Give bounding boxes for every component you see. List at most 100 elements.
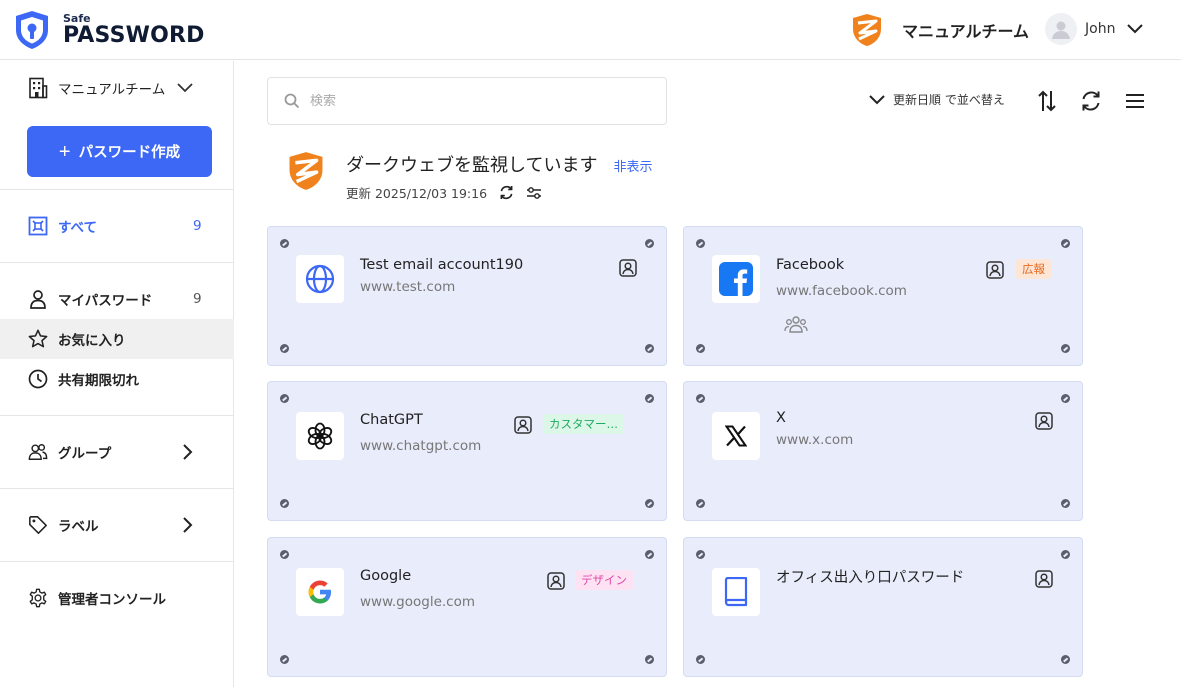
plus-icon: +: [58, 140, 71, 163]
card-url: www.x.com: [776, 432, 854, 448]
corner-dot-icon: [696, 344, 705, 353]
owner-icon: [1035, 412, 1053, 430]
corner-dot-icon: [645, 499, 654, 508]
chevron-down-icon: [1127, 24, 1144, 34]
divider: [0, 415, 234, 416]
darkweb-shield-icon: [289, 152, 323, 190]
tag-icon: [28, 515, 48, 535]
nav-item-admin-console[interactable]: 管理者コンソール: [0, 578, 234, 618]
refresh-icon: [500, 185, 513, 200]
nav-item-all[interactable]: すべて 9: [0, 206, 234, 246]
clock-icon: [28, 369, 48, 389]
nav-item-label: すべて: [58, 220, 98, 236]
password-card[interactable]: X www.x.com: [683, 381, 1083, 521]
refresh-icon: [1082, 91, 1100, 111]
hamburger-menu-icon: [1126, 94, 1144, 108]
nav-item-label: お気に入り: [58, 333, 126, 349]
corner-dot-icon: [645, 344, 654, 353]
divider: [0, 262, 234, 263]
card-name: X: [776, 410, 786, 426]
corner-dot-icon: [280, 550, 289, 559]
corner-dot-icon: [280, 394, 289, 403]
menu-button[interactable]: [1123, 89, 1147, 113]
refresh-button[interactable]: [1079, 89, 1103, 113]
nav-item-groups[interactable]: グループ: [0, 432, 234, 472]
search-input[interactable]: [310, 93, 650, 109]
owner-icon: [619, 259, 637, 277]
nav-item-my-passwords[interactable]: マイパスワード 9: [0, 279, 234, 319]
team-select-label: マニュアルチーム: [58, 82, 166, 98]
person-icon: [28, 289, 48, 309]
all-items-icon: [28, 216, 48, 236]
nav-item-favorites[interactable]: お気に入り: [0, 319, 234, 359]
corner-dot-icon: [696, 239, 705, 248]
password-card[interactable]: ChatGPT www.chatgpt.com カスタマー…: [267, 381, 667, 521]
user-menu[interactable]: John: [1045, 13, 1144, 45]
shared-group-icon: [784, 316, 808, 333]
darkweb-refresh-button[interactable]: [499, 185, 514, 200]
corner-dot-icon: [1061, 550, 1070, 559]
corner-dot-icon: [696, 550, 705, 559]
team-select[interactable]: マニュアルチーム: [28, 77, 193, 99]
card-url: www.chatgpt.com: [360, 438, 482, 454]
globe-icon: [305, 264, 335, 294]
create-password-button[interactable]: + パスワード作成: [27, 126, 212, 177]
x-icon: [725, 425, 747, 447]
top-bar: Safe PASSWORD マニュアルチーム John: [0, 0, 1181, 60]
owner-icon: [514, 416, 532, 434]
divider: [0, 488, 234, 489]
hide-link[interactable]: 非表示: [613, 156, 652, 175]
corner-dot-icon: [645, 394, 654, 403]
google-icon: [308, 580, 331, 604]
star-icon: [28, 329, 48, 349]
corner-dot-icon: [645, 655, 654, 664]
app-icon: [712, 255, 760, 303]
app-icon: [296, 412, 344, 460]
card-name: Test email account190: [360, 257, 524, 273]
owner-icon: [1035, 570, 1053, 588]
card-tag: 広報: [1016, 259, 1051, 279]
darkweb-title: ダークウェブを監視しています: [346, 155, 598, 176]
corner-dot-icon: [696, 499, 705, 508]
password-card[interactable]: オフィス出入り口パスワード: [683, 537, 1083, 677]
card-url: www.google.com: [360, 594, 476, 610]
user-name: John: [1085, 21, 1116, 37]
sort-dropdown[interactable]: 更新日順 で並べ替え: [869, 91, 1005, 108]
nav-item-expired[interactable]: 共有期限切れ: [0, 359, 234, 399]
divider: [0, 561, 234, 562]
chevron-down-icon: [869, 94, 885, 104]
chevron-right-icon: [183, 517, 193, 533]
divider: [0, 189, 234, 190]
team-brand-icon: [853, 14, 881, 46]
corner-dot-icon: [696, 655, 705, 664]
nav-item-label: 共有期限切れ: [58, 373, 139, 389]
search-box[interactable]: [267, 77, 667, 125]
corner-dot-icon: [1061, 499, 1070, 508]
password-card[interactable]: Test email account190 www.test.com: [267, 226, 667, 366]
card-name: Facebook: [776, 257, 845, 273]
team-switcher[interactable]: マニュアルチーム: [852, 13, 1029, 47]
app-icon: [712, 568, 760, 616]
darkweb-settings-button[interactable]: [526, 186, 542, 200]
app-logo[interactable]: Safe PASSWORD: [14, 10, 205, 50]
password-card[interactable]: Google www.google.com デザイン: [267, 537, 667, 677]
chevron-right-icon: [183, 444, 193, 460]
gear-icon: [28, 588, 48, 608]
corner-dot-icon: [280, 499, 289, 508]
sliders-icon: [527, 186, 542, 199]
password-card[interactable]: Facebook www.facebook.com 広報: [683, 226, 1083, 366]
create-password-label: パスワード作成: [78, 145, 181, 161]
corner-dot-icon: [645, 239, 654, 248]
nav-item-labels[interactable]: ラベル: [0, 505, 234, 545]
avatar: [1045, 13, 1077, 45]
corner-dot-icon: [696, 394, 705, 403]
chatgpt-icon: [307, 422, 333, 450]
sort-label: 更新日順 で並べ替え: [893, 93, 1005, 107]
card-url: www.test.com: [360, 279, 456, 295]
team-name: マニュアルチーム: [902, 22, 1030, 41]
user-avatar-icon: [1052, 21, 1070, 39]
book-icon: [724, 577, 748, 607]
facebook-icon: [719, 262, 753, 296]
sort-order-button[interactable]: [1035, 89, 1059, 113]
logo-text-big: PASSWORD: [63, 23, 205, 48]
